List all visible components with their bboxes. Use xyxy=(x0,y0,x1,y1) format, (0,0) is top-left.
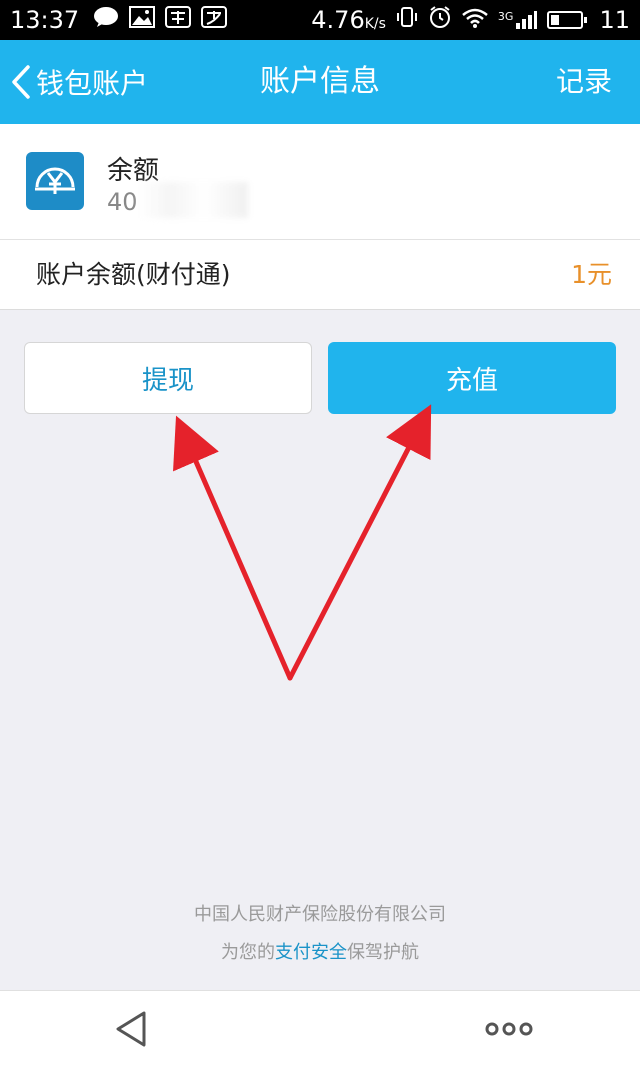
signal-icon: 3G xyxy=(498,10,538,30)
yuan-wallet-icon xyxy=(26,152,84,210)
balance-value: 1元 xyxy=(571,260,612,289)
wifi-icon xyxy=(462,6,488,34)
alipay-icon xyxy=(201,5,228,35)
battery-icon xyxy=(547,11,588,29)
vibrate-icon xyxy=(396,6,418,34)
net-speed: 4.76K/s xyxy=(311,6,386,34)
alarm-icon xyxy=(428,5,452,35)
account-number: 40 xyxy=(107,188,138,216)
system-nav-bar xyxy=(0,990,640,1067)
triangle-back-icon xyxy=(116,1011,146,1047)
security-text: 为您的支付安全保驾护航 xyxy=(221,942,419,963)
nav-bar: 钱包账户 账户信息 记录 xyxy=(0,40,640,124)
records-button[interactable]: 记录 xyxy=(556,40,612,124)
more-dots-icon xyxy=(485,1022,533,1036)
status-time: 13:37 xyxy=(10,6,80,34)
back-label: 钱包账户 xyxy=(36,67,149,100)
arrow-to-withdraw xyxy=(173,415,293,681)
annotation-arrows xyxy=(173,404,432,681)
more-button[interactable] xyxy=(484,1019,534,1039)
chat-bubble-icon xyxy=(93,6,119,34)
balance-label: 账户余额(财付通) xyxy=(36,260,231,289)
taobao-icon xyxy=(165,5,192,35)
payment-security-link[interactable]: 支付安全 xyxy=(275,942,347,963)
status-bar: 13:37 4.76K/s 3G 11 xyxy=(0,0,640,40)
chevron-left-icon xyxy=(12,65,30,99)
image-icon xyxy=(129,6,156,34)
system-back-button[interactable] xyxy=(112,1009,152,1049)
balance-row: 账户余额(财付通) 1元 xyxy=(0,240,640,310)
back-button[interactable]: 钱包账户 xyxy=(10,40,148,124)
redacted-mask xyxy=(138,182,248,218)
recharge-button[interactable]: 充值 xyxy=(328,342,616,414)
battery-level: 11 xyxy=(599,6,630,34)
withdraw-button[interactable]: 提现 xyxy=(24,342,312,414)
arrow-to-recharge xyxy=(287,404,432,681)
account-card: 余额 40 xyxy=(0,124,640,240)
insurer-text: 中国人民财产保险股份有限公司 xyxy=(194,904,446,925)
